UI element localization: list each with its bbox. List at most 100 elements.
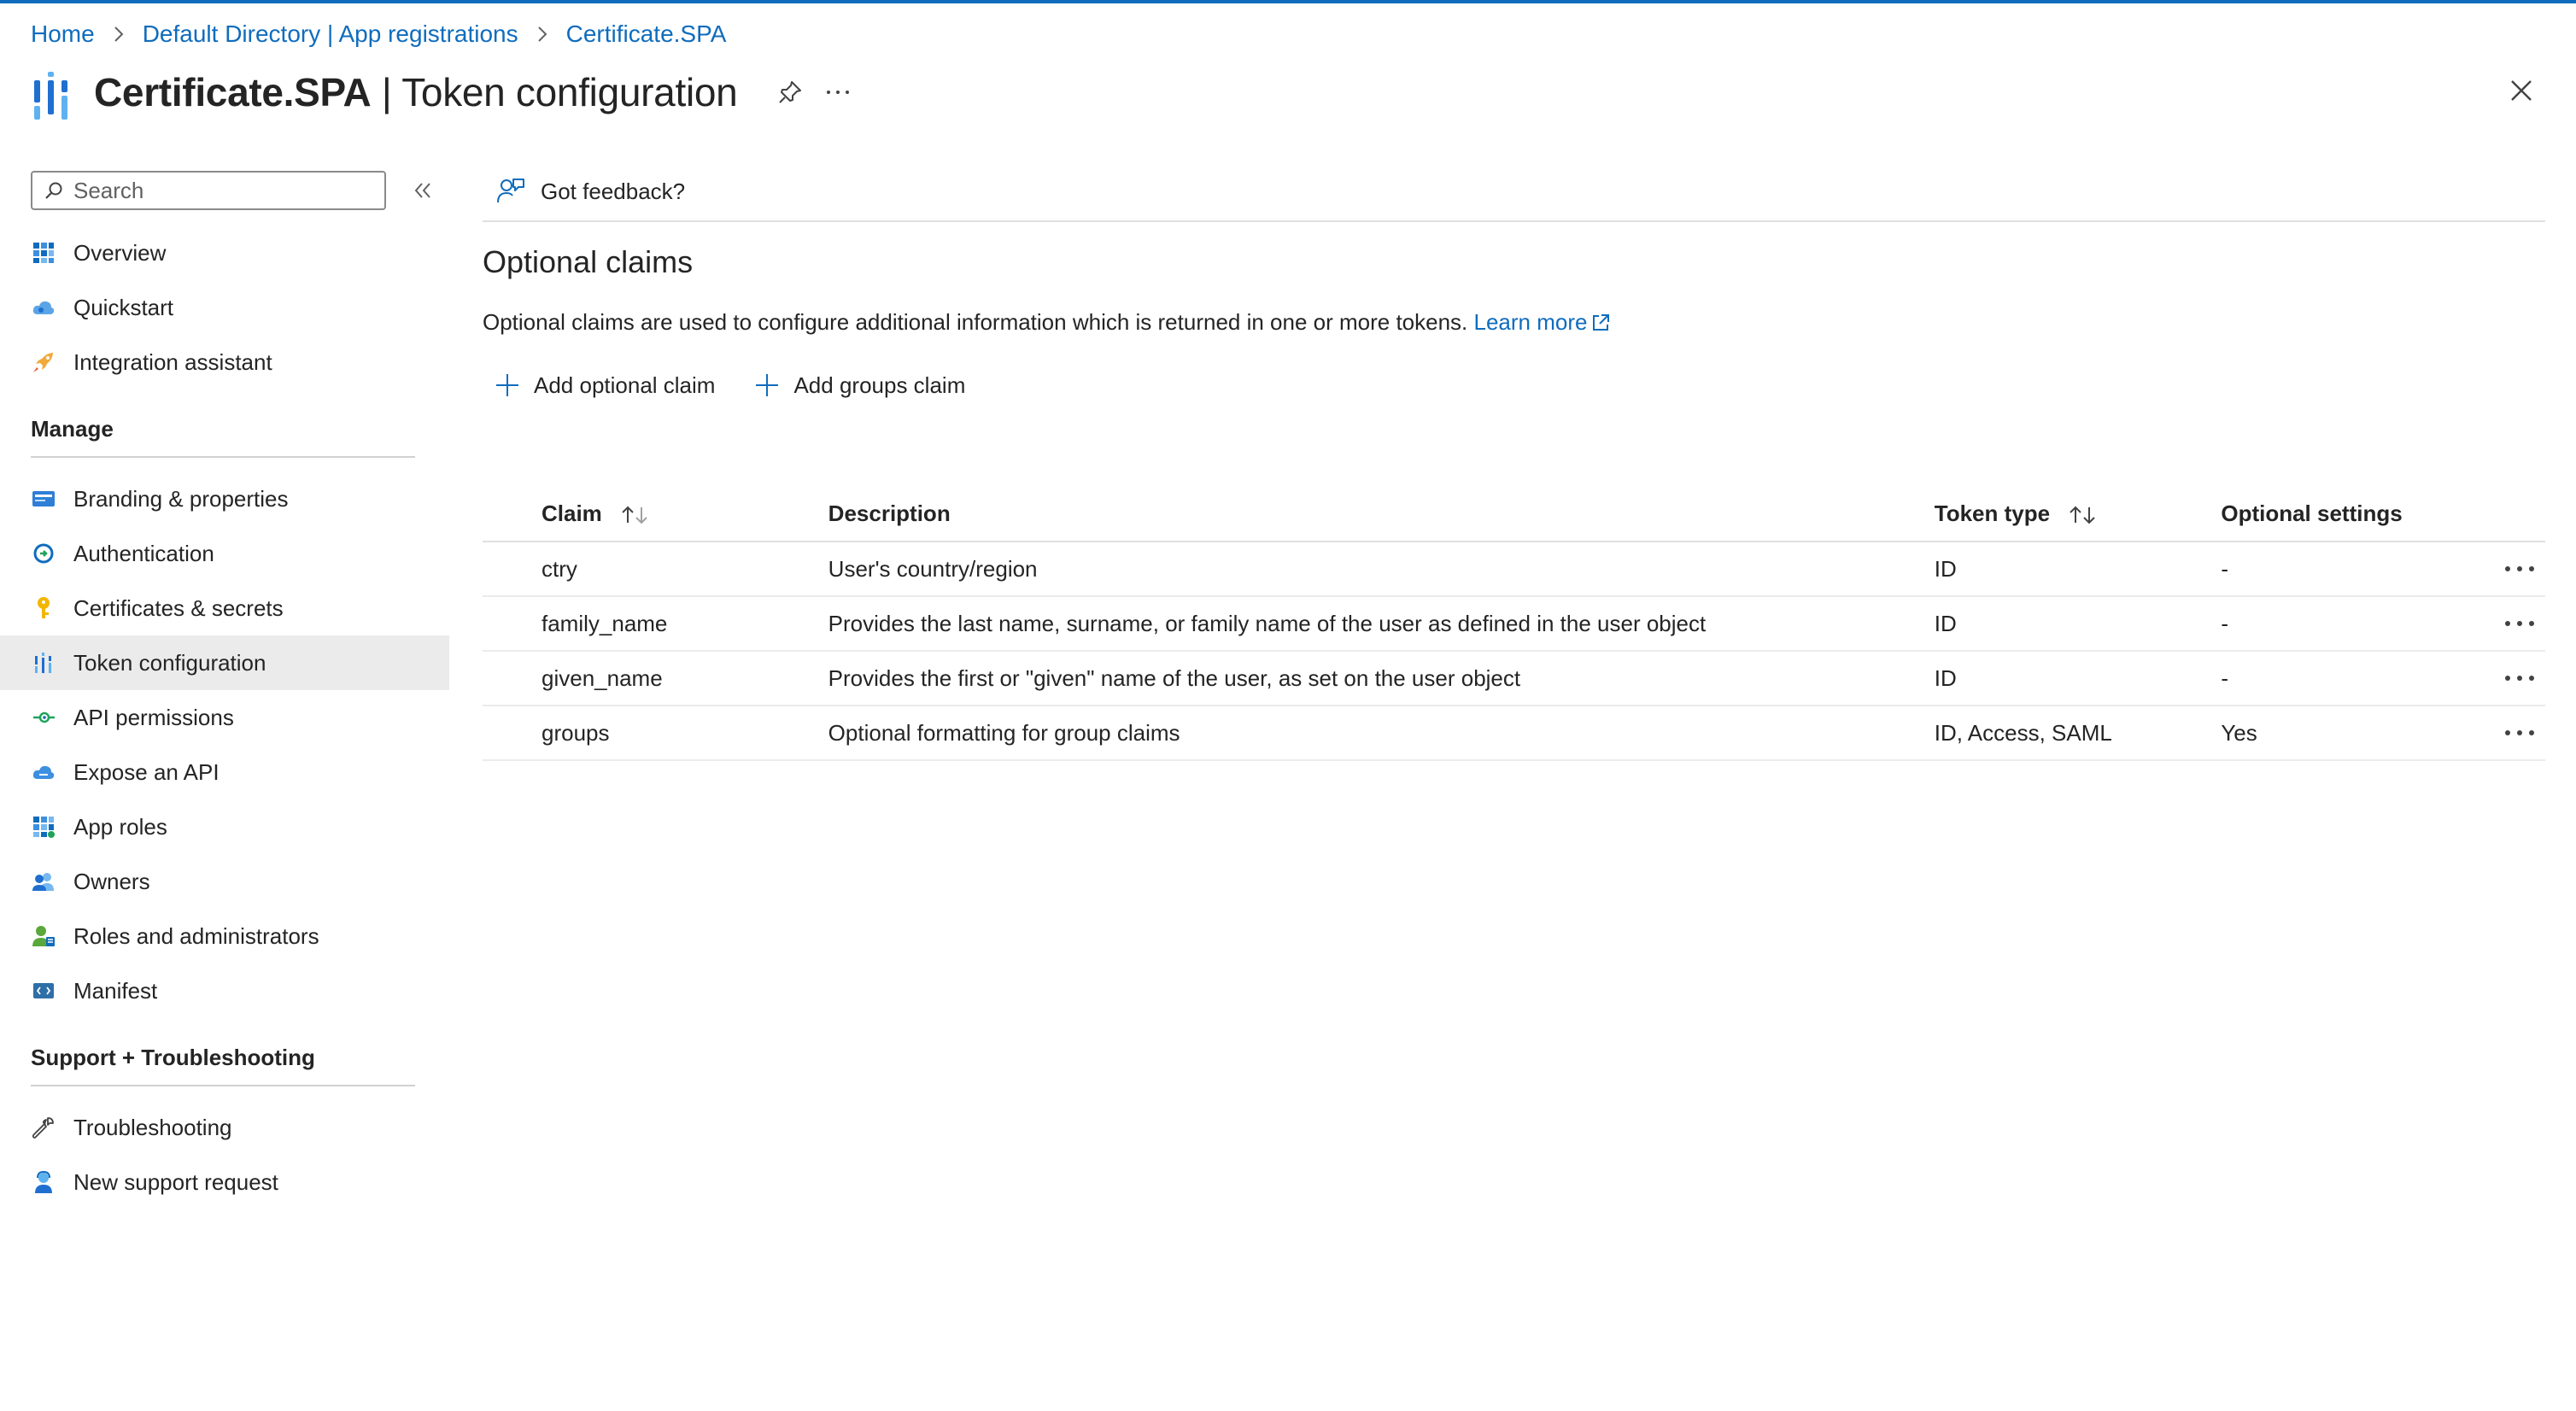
sidebar-item-label: Branding & properties [73, 485, 289, 512]
table-row[interactable]: ctry User's country/region ID - [483, 542, 2545, 597]
table-row[interactable]: given_name Provides the first or "given"… [483, 651, 2545, 706]
learn-more-link[interactable]: Learn more [1474, 309, 1612, 335]
breadcrumb: Home Default Directory | App registratio… [31, 19, 726, 50]
description-text: Optional claims are used to configure ad… [483, 309, 1468, 335]
cell-optional-settings: Yes [2221, 706, 2478, 761]
sidebar-item-owners[interactable]: Owners [0, 854, 449, 909]
top-accent-line [0, 0, 2576, 3]
add-icon [756, 374, 779, 396]
sidebar-nav: Overview Quickstart Integration assistan… [0, 225, 449, 1209]
column-header-claim[interactable]: Claim [483, 486, 828, 542]
sidebar-item-troubleshooting[interactable]: Troubleshooting [0, 1100, 449, 1155]
sidebar-item-label: Authentication [73, 540, 214, 566]
cell-optional-settings: - [2221, 542, 2478, 597]
chevron-right-icon [110, 26, 127, 43]
cell-token-type: ID, Access, SAML [1934, 706, 2222, 761]
row-more-options-icon[interactable] [2501, 661, 2538, 695]
breadcrumb-app[interactable]: Certificate.SPA [566, 20, 727, 48]
claims-actions: Add optional claim Add groups claim [483, 366, 2545, 404]
more-options-icon[interactable] [823, 77, 853, 108]
sort-icon[interactable] [620, 504, 649, 526]
feedback-button[interactable]: Got feedback? [483, 167, 2545, 215]
sort-icon[interactable] [2068, 504, 2097, 526]
cell-claim: ctry [483, 542, 828, 597]
breadcrumb-app-registrations[interactable]: Default Directory | App registrations [143, 20, 518, 48]
sidebar-search[interactable] [31, 171, 386, 210]
sidebar-item-label: Token configuration [73, 649, 266, 676]
sidebar-item-branding[interactable]: Branding & properties [0, 471, 449, 526]
sidebar-item-label: Owners [73, 868, 150, 894]
sidebar-item-app-roles[interactable]: App roles [0, 799, 449, 854]
sidebar-item-label: Overview [73, 239, 167, 266]
external-link-icon [1593, 314, 1610, 331]
sidebar-item-label: Troubleshooting [73, 1114, 232, 1140]
wrench-icon [31, 1115, 56, 1140]
column-header-token-type[interactable]: Token type [1934, 486, 2222, 542]
sidebar-item-authentication[interactable]: Authentication [0, 526, 449, 581]
sidebar-item-new-support-request[interactable]: New support request [0, 1155, 449, 1209]
add-groups-claim-button[interactable]: Add groups claim [742, 372, 965, 399]
cloud-icon [31, 295, 56, 320]
sidebar-item-label: API permissions [73, 704, 234, 730]
sidebar-section-manage: Manage [31, 416, 114, 442]
sidebar-item-label: Expose an API [73, 758, 220, 785]
api-permissions-icon [31, 705, 56, 730]
cell-description: Provides the last name, surname, or fami… [828, 596, 1935, 652]
add-icon [496, 374, 518, 396]
cell-optional-settings: - [2221, 651, 2478, 706]
overview-grid-icon [31, 240, 56, 266]
cell-claim: given_name [483, 651, 828, 706]
row-more-options-icon[interactable] [2501, 716, 2538, 750]
page-title-section: | Token configuration [381, 70, 738, 114]
row-more-options-icon[interactable] [2501, 552, 2538, 586]
sidebar-item-label: Quickstart [73, 294, 174, 320]
close-icon[interactable] [2504, 73, 2538, 108]
app-roles-grid-icon [31, 814, 56, 840]
sidebar-item-overview[interactable]: Overview [0, 225, 449, 280]
claims-table: Claim Description Token type Optional se… [483, 486, 2545, 761]
sidebar-divider [31, 1085, 415, 1086]
cell-token-type: ID [1934, 651, 2222, 706]
sidebar-item-manifest[interactable]: Manifest [0, 963, 449, 1018]
sidebar-item-api-permissions[interactable]: API permissions [0, 690, 449, 745]
main-content: Got feedback? Optional claims Optional c… [483, 167, 2545, 761]
cell-token-type: ID [1934, 596, 2222, 652]
collapse-sidebar-icon[interactable] [408, 176, 437, 205]
breadcrumb-home[interactable]: Home [31, 20, 95, 48]
search-input[interactable] [72, 176, 366, 205]
cell-description: Provides the first or "given" name of th… [828, 651, 1935, 706]
rocket-icon [31, 349, 56, 375]
add-optional-claim-label: Add optional claim [534, 372, 716, 398]
sidebar-item-label: Certificates & secrets [73, 594, 284, 621]
sidebar-item-expose-api[interactable]: Expose an API [0, 745, 449, 799]
column-header-optional-settings: Optional settings [2221, 486, 2478, 542]
add-groups-claim-label: Add groups claim [793, 372, 966, 398]
add-optional-claim-button[interactable]: Add optional claim [483, 372, 715, 399]
sidebar-item-certificates-secrets[interactable]: Certificates & secrets [0, 581, 449, 635]
row-more-options-icon[interactable] [2501, 606, 2538, 641]
table-row[interactable]: groups Optional formatting for group cla… [483, 706, 2545, 761]
sidebar-item-roles-administrators[interactable]: Roles and administrators [0, 909, 449, 963]
page-title: Certificate.SPA | Token configuration [94, 69, 738, 115]
chevron-right-icon [534, 26, 551, 43]
pin-icon[interactable] [775, 77, 805, 108]
sidebar-item-integration-assistant[interactable]: Integration assistant [0, 335, 449, 389]
feedback-person-icon [497, 179, 524, 203]
cell-description: User's country/region [828, 542, 1935, 597]
sidebar-divider [31, 456, 415, 458]
sidebar-item-token-configuration[interactable]: Token configuration [0, 635, 449, 690]
table-row[interactable]: family_name Provides the last name, surn… [483, 596, 2545, 652]
section-title: Optional claims [483, 244, 694, 279]
token-bars-icon [31, 650, 56, 676]
cell-token-type: ID [1934, 542, 2222, 597]
token-config-app-icon [31, 61, 73, 123]
roles-admin-icon [31, 923, 56, 949]
owners-people-icon [31, 869, 56, 894]
column-header-label: Token type [1934, 500, 2051, 526]
sidebar-item-quickstart[interactable]: Quickstart [0, 280, 449, 335]
learn-more-label: Learn more [1473, 309, 1588, 335]
manifest-icon [31, 978, 56, 1004]
search-icon [45, 182, 62, 199]
column-header-actions [2477, 486, 2545, 542]
cell-claim: groups [483, 706, 828, 761]
